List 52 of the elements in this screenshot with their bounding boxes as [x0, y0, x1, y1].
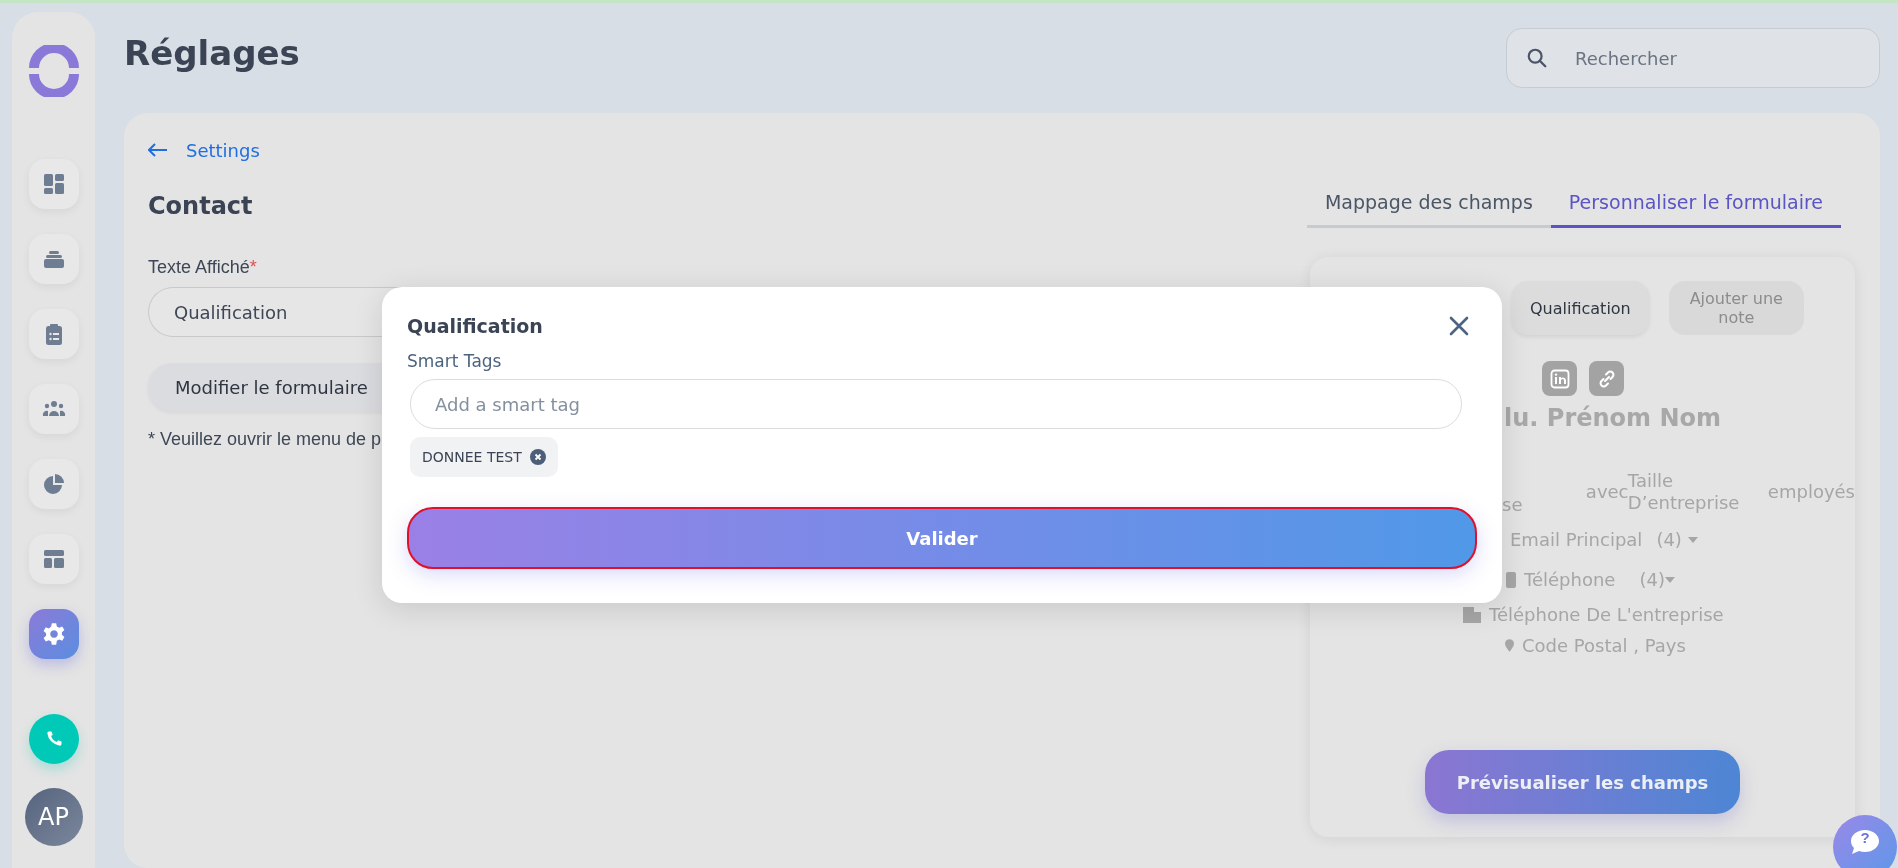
- company-text: Taille D’entreprise: [1627, 469, 1741, 514]
- location-pin-icon: [1505, 639, 1514, 652]
- search-icon: [1526, 47, 1548, 69]
- company-text: se: [1502, 494, 1524, 515]
- linkedin-icon[interactable]: [1542, 361, 1577, 396]
- tab[interactable]: Mappage des champs: [1306, 191, 1551, 228]
- section-title: Contact: [148, 192, 253, 220]
- address-label: Code Postal , Pays: [1522, 635, 1686, 656]
- company-text: avec: [1585, 481, 1628, 502]
- note-text: * Veuillez ouvrir le menu de p: [148, 429, 383, 450]
- sidebar-settings-button[interactable]: [28, 609, 79, 659]
- phone-label: Téléphone: [1524, 569, 1616, 590]
- layout-icon: [41, 547, 66, 571]
- sidebar-clipboard-button[interactable]: [28, 309, 79, 359]
- help-chat-button[interactable]: ?: [1833, 815, 1897, 868]
- search-field[interactable]: Rechercher: [1506, 28, 1880, 88]
- email-label: Email Principal: [1510, 529, 1643, 550]
- link-icon[interactable]: [1589, 361, 1624, 396]
- submit-button[interactable]: Valider: [407, 507, 1477, 569]
- preview-fields-button[interactable]: Prévisualiser les champs: [1425, 750, 1740, 814]
- dialog-title: Qualification: [407, 315, 543, 337]
- smart-tag-input[interactable]: Add a smart tag: [410, 379, 1462, 429]
- caret-icon[interactable]: [1687, 536, 1698, 543]
- remove-icon[interactable]: [529, 449, 546, 465]
- settings-link[interactable]: Settings: [186, 139, 260, 161]
- speech-bubble-icon: [1850, 829, 1880, 855]
- building-icon: [1463, 606, 1481, 623]
- user-avatar[interactable]: AP: [24, 788, 83, 846]
- phone-count: (4): [1639, 569, 1665, 590]
- sidebar-layout-button[interactable]: [28, 534, 79, 584]
- contact-name: lu. Prénom Nom: [1504, 404, 1722, 432]
- field-label: Smart Tags: [407, 351, 503, 371]
- sidebar-inbox-button[interactable]: [28, 234, 79, 284]
- pie-chart-icon: [41, 472, 66, 496]
- tag-text: DONNEE TEST: [422, 449, 522, 465]
- email-count: (4): [1656, 529, 1682, 550]
- sidebar-chart-button[interactable]: [28, 459, 79, 509]
- sidebar-team-button[interactable]: [28, 384, 79, 434]
- page-title: Réglages: [124, 33, 300, 73]
- phone-call-button[interactable]: [28, 714, 79, 764]
- dashboard-icon: [41, 172, 66, 196]
- mobile-phone-icon: [1506, 571, 1516, 588]
- preview-button[interactable]: Qualification: [1512, 281, 1649, 335]
- tab[interactable]: Personnaliser le formulaire: [1550, 191, 1841, 228]
- company-text: employés: [1767, 481, 1855, 502]
- close-icon[interactable]: [1449, 316, 1469, 336]
- company-phone-label: Téléphone De L'entreprise: [1489, 604, 1724, 625]
- ring-logo-icon: [27, 45, 80, 97]
- caret-icon[interactable]: [1664, 576, 1675, 583]
- back-arrow-icon[interactable]: [148, 143, 168, 157]
- sidebar-dashboard-button[interactable]: [28, 159, 79, 209]
- field-label: Texte Affiché*: [148, 257, 258, 278]
